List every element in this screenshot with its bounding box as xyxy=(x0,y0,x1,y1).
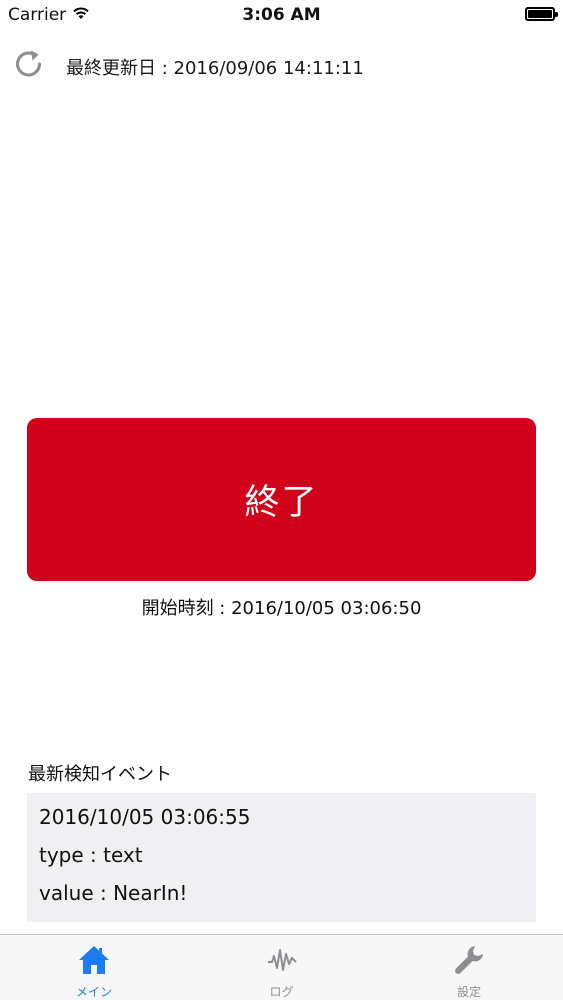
stop-button[interactable]: 終了 xyxy=(27,418,536,581)
wrench-icon xyxy=(452,943,486,977)
waveform-icon xyxy=(265,943,299,977)
latest-event-heading: 最新検知イベント xyxy=(28,764,172,785)
event-timestamp: 2016/10/05 03:06:55 xyxy=(39,805,251,829)
tab-main-label: メイン xyxy=(75,985,112,999)
status-bar: Carrier 3:06 AM xyxy=(0,0,563,30)
home-icon xyxy=(77,943,111,977)
event-type: type : text xyxy=(39,843,143,867)
battery-level xyxy=(528,10,552,18)
start-time-text: 開始時刻 : 2016/10/05 03:06:50 xyxy=(141,598,422,619)
tab-bar: メイン ログ 設定 xyxy=(0,934,563,1000)
battery-icon xyxy=(525,7,558,21)
tab-settings[interactable]: 設定 xyxy=(375,935,563,1000)
status-time: 3:06 AM xyxy=(242,5,321,25)
refresh-icon xyxy=(13,48,45,84)
event-value: value : NearIn! xyxy=(39,881,188,905)
tab-log-label: ログ xyxy=(269,985,294,999)
latest-event-box: 2016/10/05 03:06:55 type : text value : … xyxy=(27,793,536,922)
last-updated-text: 最終更新日 : 2016/09/06 14:11:11 xyxy=(66,58,364,79)
tab-log[interactable]: ログ xyxy=(188,935,376,1000)
tab-settings-label: 設定 xyxy=(457,985,482,999)
tab-main[interactable]: メイン xyxy=(0,935,188,1000)
refresh-button[interactable] xyxy=(12,48,46,84)
